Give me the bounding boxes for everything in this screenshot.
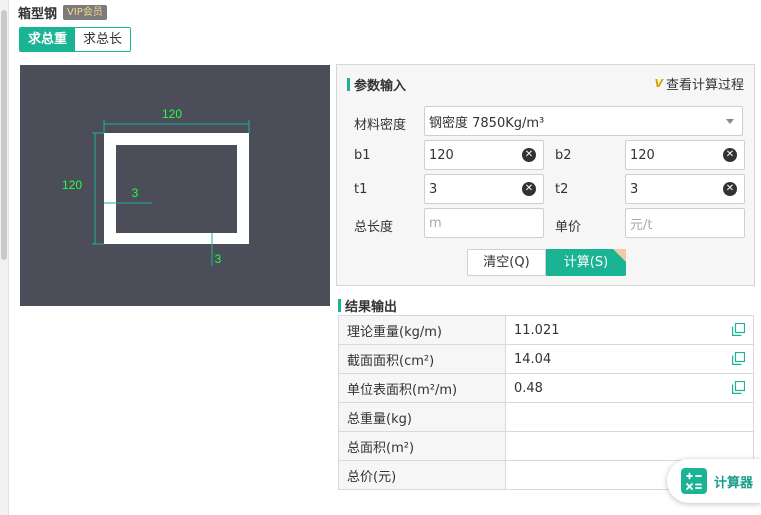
result-label: 总重量(kg) xyxy=(338,402,506,432)
title-accent-bar xyxy=(338,299,341,312)
t2-value: 3 xyxy=(630,181,639,197)
page-title-text: 箱型钢 xyxy=(18,7,58,22)
t1-value: 3 xyxy=(429,181,438,197)
result-label: 理论重量(kg/m) xyxy=(338,315,506,345)
box-section-drawing: 120 120 3 3 xyxy=(62,107,250,266)
density-select[interactable]: 钢密度 7850Kg/m³ xyxy=(424,106,743,136)
result-row: 截面面积(cm²) 14.04 xyxy=(338,344,754,374)
result-value-cell xyxy=(505,402,754,432)
result-label: 总面积(m²) xyxy=(338,431,506,461)
result-value: 11.021 xyxy=(514,322,560,338)
price-label: 单价 xyxy=(555,220,582,235)
result-value-cell xyxy=(505,431,754,461)
clear-icon[interactable]: ✕ xyxy=(723,148,737,162)
result-value-cell: 14.04 xyxy=(505,344,754,374)
length-label: 总长度 xyxy=(354,220,394,235)
clear-icon[interactable]: ✕ xyxy=(723,182,737,196)
clear-icon[interactable]: ✕ xyxy=(522,148,536,162)
copy-icon[interactable] xyxy=(732,323,745,336)
density-value: 钢密度 7850Kg/m³ xyxy=(429,115,545,131)
tab-total-length[interactable]: 求总长 xyxy=(75,28,131,51)
left-scrollbar[interactable] xyxy=(0,0,9,515)
result-row: 总面积(m²) xyxy=(338,431,754,461)
vip-corner-icon xyxy=(613,249,626,262)
dim-label-width: 120 xyxy=(162,107,182,121)
view-process-label: 查看计算过程 xyxy=(665,78,744,93)
dim-label-height: 120 xyxy=(62,178,82,192)
result-label: 单位表面积(m²/m) xyxy=(338,373,506,403)
scrollbar-thumb[interactable] xyxy=(1,10,7,260)
title-accent-bar xyxy=(347,78,350,91)
result-label: 截面面积(cm²) xyxy=(338,344,506,374)
length-placeholder: m xyxy=(429,215,442,231)
t1-label: t1 xyxy=(354,182,368,197)
t2-input[interactable]: 3 ✕ xyxy=(625,174,745,204)
result-value-cell: 0.48 xyxy=(505,373,754,403)
b1-value: 120 xyxy=(429,147,454,163)
clear-icon[interactable]: ✕ xyxy=(522,182,536,196)
vip-badge: VIP会员 xyxy=(63,5,107,20)
calculate-button[interactable]: 计算(S) xyxy=(546,249,626,276)
result-title: 结果输出 xyxy=(338,296,397,315)
b2-input[interactable]: 120 ✕ xyxy=(625,140,745,170)
calculate-button-label: 计算(S) xyxy=(563,255,609,270)
param-panel: 参数输入 V 查看计算过程 材料密度 钢密度 7850Kg/m³ b1 120 … xyxy=(336,64,755,286)
clear-button[interactable]: 清空(Q) xyxy=(467,249,546,276)
result-row: 理论重量(kg/m) 11.021 xyxy=(338,315,754,345)
result-value-cell: 11.021 xyxy=(505,315,754,345)
density-label: 材料密度 xyxy=(354,118,407,133)
dim-label-t-left: 3 xyxy=(132,186,139,200)
b1-label: b1 xyxy=(354,148,371,163)
section-diagram: 120 120 3 3 xyxy=(20,65,330,306)
param-panel-title: 参数输入 xyxy=(347,75,406,94)
length-input[interactable]: m xyxy=(424,208,544,238)
result-row: 总重量(kg) xyxy=(338,402,754,432)
calculator-fab[interactable]: 计算器 xyxy=(667,459,761,503)
price-input[interactable]: 元/t xyxy=(625,208,745,238)
page-title: 箱型钢 VIP会员 xyxy=(18,3,107,22)
dim-label-t-bottom: 3 xyxy=(215,252,222,266)
copy-icon[interactable] xyxy=(732,352,745,365)
result-value: 0.48 xyxy=(514,380,543,396)
vip-icon: V xyxy=(654,77,663,90)
chevron-down-icon xyxy=(726,119,734,124)
copy-icon[interactable] xyxy=(732,381,745,394)
calculator-fab-label: 计算器 xyxy=(714,475,754,491)
result-value: 14.04 xyxy=(514,351,552,367)
mode-tabs: 求总重 求总长 xyxy=(19,27,132,52)
b2-label: b2 xyxy=(555,148,572,163)
t2-label: t2 xyxy=(555,182,569,197)
b1-input[interactable]: 120 ✕ xyxy=(424,140,544,170)
result-title-text: 结果输出 xyxy=(345,300,398,315)
calculator-icon xyxy=(681,468,707,494)
b2-value: 120 xyxy=(630,147,655,163)
t1-input[interactable]: 3 ✕ xyxy=(424,174,544,204)
result-label: 总价(元) xyxy=(338,460,506,490)
param-panel-title-text: 参数输入 xyxy=(354,79,407,94)
price-placeholder: 元/t xyxy=(630,217,653,233)
result-row: 单位表面积(m²/m) 0.48 xyxy=(338,373,754,403)
tab-total-weight[interactable]: 求总重 xyxy=(20,28,76,51)
view-process-link[interactable]: V 查看计算过程 xyxy=(654,74,744,93)
